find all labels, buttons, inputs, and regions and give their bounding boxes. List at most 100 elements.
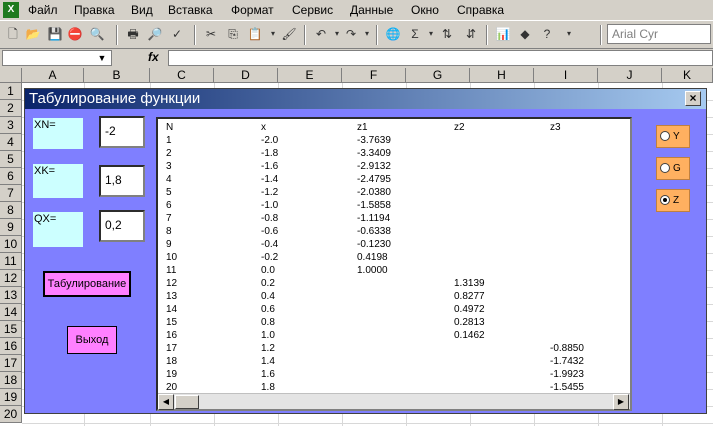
list-item[interactable]: 6 -1.0 -1.5858 [158, 199, 628, 212]
column-header[interactable]: J [598, 68, 662, 83]
new-document-icon[interactable]: 🗋 [4, 25, 22, 43]
row-header[interactable]: 8 [0, 202, 22, 219]
list-item[interactable]: 16 1.0 0.1462 [158, 329, 628, 342]
row-header[interactable]: 4 [0, 134, 22, 151]
list-item[interactable]: 14 0.6 0.4972 [158, 303, 628, 316]
chevron-down-icon[interactable]: ▼ [94, 51, 110, 65]
xn-input[interactable]: -2 [99, 116, 145, 148]
column-header[interactable]: D [214, 68, 278, 83]
format-painter-icon[interactable]: 🖌 [280, 25, 298, 43]
menu-view[interactable]: Вид [131, 3, 153, 17]
menu-tools[interactable]: Сервис [292, 3, 333, 17]
column-header[interactable]: F [342, 68, 406, 83]
column-header[interactable]: A [22, 68, 84, 83]
results-listbox[interactable]: Nx z1 z2 z3 1 -2.0 -3.7639 2 -1.8 -3.3409 3 -1.6 -2.… [156, 117, 632, 411]
permission-icon[interactable]: ⛔ [66, 25, 84, 43]
paste-icon[interactable]: 📋 [246, 25, 264, 43]
list-item[interactable]: 18 1.4 -1.7432 [158, 355, 628, 368]
option-g[interactable]: G [656, 157, 690, 180]
exit-button[interactable]: Выход [67, 326, 117, 354]
sort-ascending-icon[interactable]: ⇅ [438, 25, 456, 43]
scroll-left-icon[interactable]: ◀ [158, 394, 174, 410]
column-header[interactable]: C [150, 68, 214, 83]
list-item[interactable]: 13 0.4 0.8277 [158, 290, 628, 303]
chart-wizard-icon[interactable]: 📊 [494, 25, 512, 43]
font-name-box[interactable]: Arial Cyr [607, 24, 711, 44]
column-header[interactable]: B [84, 68, 150, 83]
list-item[interactable]: 5 -1.2 -2.0380 [158, 186, 628, 199]
menu-data[interactable]: Данные [350, 3, 393, 17]
excel-app-icon[interactable]: X [3, 2, 19, 18]
scroll-right-icon[interactable]: ▶ [613, 394, 629, 410]
menu-window[interactable]: Окно [411, 3, 439, 17]
option-z[interactable]: Z [656, 189, 690, 212]
chevron-down-icon[interactable]: ▾ [358, 25, 376, 43]
row-header[interactable]: 20 [0, 406, 22, 423]
row-header[interactable]: 13 [0, 287, 22, 304]
select-all-corner[interactable] [0, 68, 22, 83]
list-item[interactable]: 17 1.2 -0.8850 [158, 342, 628, 355]
row-header[interactable]: 14 [0, 304, 22, 321]
list-item[interactable]: 10 -0.2 0.4198 [158, 251, 628, 264]
list-item[interactable]: 11 0.0 1.0000 [158, 264, 628, 277]
menu-file[interactable]: Файл [28, 3, 58, 17]
list-item[interactable]: 12 0.2 1.3139 [158, 277, 628, 290]
radio-circle-icon[interactable] [660, 131, 670, 142]
list-item[interactable]: 15 0.8 0.2813 [158, 316, 628, 329]
option-y[interactable]: Y [656, 125, 690, 148]
xk-input[interactable]: 1,8 [99, 165, 145, 197]
list-item[interactable]: 8 -0.6 -0.6338 [158, 225, 628, 238]
qx-input[interactable]: 0,2 [99, 210, 145, 242]
hyperlink-icon[interactable]: 🌐 [384, 25, 402, 43]
list-item[interactable]: 3 -1.6 -2.9132 [158, 160, 628, 173]
row-header[interactable]: 19 [0, 389, 22, 406]
row-header[interactable]: 12 [0, 270, 22, 287]
menu-insert[interactable]: Вставка [168, 3, 213, 17]
list-item[interactable]: 2 -1.8 -3.3409 [158, 147, 628, 160]
tabulate-button[interactable]: Табулирование [43, 271, 131, 297]
list-item[interactable]: 7 -0.8 -1.1194 [158, 212, 628, 225]
row-header[interactable]: 5 [0, 151, 22, 168]
column-header[interactable]: K [662, 68, 713, 83]
radio-circle-selected-icon[interactable] [660, 195, 670, 206]
save-icon[interactable]: 💾 [46, 25, 64, 43]
formula-input[interactable] [168, 50, 713, 66]
scrollbar-thumb[interactable] [175, 395, 199, 409]
list-item[interactable]: 4 -1.4 -2.4795 [158, 173, 628, 186]
menu-format[interactable]: Формат [231, 3, 274, 17]
row-header[interactable]: 2 [0, 100, 22, 117]
help-icon[interactable]: ? [538, 25, 556, 43]
row-header[interactable]: 6 [0, 168, 22, 185]
fx-icon[interactable]: fx [148, 50, 159, 64]
copy-icon[interactable]: ⎘ [224, 25, 242, 43]
row-header[interactable]: 18 [0, 372, 22, 389]
row-header[interactable]: 11 [0, 253, 22, 270]
spelling-icon[interactable]: ✓ [168, 25, 186, 43]
column-header[interactable]: H [470, 68, 534, 83]
row-header[interactable]: 1 [0, 83, 22, 100]
print-preview-icon[interactable]: 🔎 [146, 25, 164, 43]
horizontal-scrollbar[interactable]: ◀ ▶ [158, 393, 630, 410]
print-icon[interactable]: 🖶 [124, 25, 142, 43]
row-header[interactable]: 10 [0, 236, 22, 253]
cut-icon[interactable]: ✂ [202, 25, 220, 43]
row-header[interactable]: 16 [0, 338, 22, 355]
close-button[interactable]: × [685, 91, 701, 106]
list-item[interactable]: 9 -0.4 -0.1230 [158, 238, 628, 251]
drawing-icon[interactable]: ◆ [516, 25, 534, 43]
row-header[interactable]: 15 [0, 321, 22, 338]
menu-help[interactable]: Справка [457, 3, 504, 17]
list-item[interactable]: 1 -2.0 -3.7639 [158, 134, 628, 147]
menu-edit[interactable]: Правка [74, 3, 115, 17]
open-folder-icon[interactable]: 📂 [24, 25, 42, 43]
chevron-down-icon[interactable]: ▾ [560, 25, 578, 43]
row-header[interactable]: 9 [0, 219, 22, 236]
radio-circle-icon[interactable] [660, 163, 670, 174]
column-header[interactable]: E [278, 68, 342, 83]
column-header[interactable]: G [406, 68, 470, 83]
row-header[interactable]: 3 [0, 117, 22, 134]
list-item[interactable]: 19 1.6 -1.9923 [158, 368, 628, 381]
row-header[interactable]: 7 [0, 185, 22, 202]
search-icon[interactable]: 🔍 [88, 25, 106, 43]
sort-descending-icon[interactable]: ⇵ [462, 25, 480, 43]
